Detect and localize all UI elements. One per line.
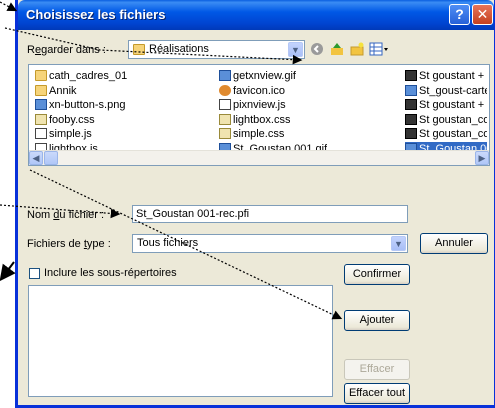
file-name: getxnview.gif — [233, 70, 296, 82]
file-name: St goustan_coi — [419, 128, 487, 140]
file-list-item[interactable]: favicon.ico — [219, 84, 285, 98]
dark-doc-icon — [405, 99, 417, 110]
chevron-down-icon[interactable]: ▼ — [391, 236, 406, 251]
css-icon — [219, 128, 231, 139]
css-icon — [219, 113, 231, 125]
file-list-item[interactable]: pixnview.js — [219, 98, 286, 112]
file-list-item[interactable]: fooby.css — [35, 113, 95, 127]
lookin-label: Regarder dans : — [27, 44, 106, 56]
file-name: fooby.css — [49, 113, 95, 126]
dark-doc-icon — [405, 70, 417, 81]
file-name: Annik — [49, 84, 77, 97]
file-list-item[interactable]: Annik — [35, 84, 77, 98]
dark-doc-icon — [405, 128, 417, 139]
file-list-item[interactable]: St goustant + — [405, 98, 484, 112]
file-name: simple.js — [49, 128, 92, 140]
script-icon — [219, 99, 231, 110]
file-list-item[interactable]: lightbox.css — [219, 113, 290, 127]
file-list-item[interactable]: St goustan_coi — [405, 127, 487, 141]
cancel-button[interactable]: Annuler — [420, 233, 488, 254]
file-list-item[interactable]: St goustant + — [405, 69, 484, 83]
ico-icon — [219, 84, 231, 96]
image-icon — [405, 84, 417, 96]
image-icon — [35, 99, 47, 110]
dark-doc-icon — [405, 113, 417, 125]
file-name: St goustant + — [419, 99, 485, 111]
filename-input[interactable]: St_Goustan 001-rec.pfi — [132, 205, 408, 223]
add-button[interactable]: Ajouter — [344, 310, 410, 331]
chevron-down-icon[interactable]: ▼ — [288, 42, 303, 57]
annotation-arrow — [0, 1, 18, 12]
file-list[interactable]: cath_cadres_01 Annik xn-button-s.png fooby.… — [28, 64, 490, 166]
css-icon — [35, 113, 47, 125]
back-icon[interactable] — [310, 42, 324, 56]
file-list-item[interactable]: getxnview.gif — [219, 69, 296, 83]
help-button[interactable]: ? — [449, 4, 470, 25]
file-list-item[interactable]: St_goust-carte — [405, 84, 487, 98]
file-name: simple.css — [233, 128, 285, 140]
scroll-thumb[interactable] — [44, 151, 58, 165]
folder-icon — [35, 84, 47, 96]
file-name: St_goust-carte — [419, 84, 487, 97]
image-icon — [219, 70, 231, 81]
script-icon — [35, 128, 47, 139]
file-name: St goustan_coi — [419, 113, 487, 126]
file-list-item[interactable]: xn-button-s.png — [35, 98, 125, 112]
file-name: cath_cadres_01 — [49, 70, 128, 82]
clear-all-button[interactable]: Effacer tout — [344, 383, 410, 404]
horizontal-scrollbar[interactable]: ◀ ▶ — [29, 150, 489, 165]
subdirs-checkbox[interactable] — [29, 268, 40, 279]
clear-button: Effacer — [344, 359, 410, 380]
file-name: lightbox.css — [233, 113, 291, 126]
file-name: xn-button-s.png — [49, 99, 126, 111]
lookin-value: Réalisations — [149, 43, 209, 55]
scroll-right-icon[interactable]: ▶ — [475, 151, 489, 165]
file-name: favicon.ico — [233, 84, 285, 97]
scroll-left-icon[interactable]: ◀ — [29, 151, 43, 165]
title-bar[interactable]: Choisissez les fichiers ? ✕ — [18, 0, 494, 30]
window-title: Choisissez les fichiers — [26, 7, 166, 22]
file-list-item[interactable]: St goustan_coi — [405, 113, 487, 127]
new-folder-icon[interactable] — [350, 42, 364, 56]
filetype-label: Fichiers de type : — [27, 238, 111, 250]
close-button[interactable]: ✕ — [472, 4, 493, 25]
file-list-item[interactable]: simple.css — [219, 127, 284, 141]
confirm-button[interactable]: Confirmer — [344, 264, 410, 285]
subdirs-label: Inclure les sous-répertoires — [44, 267, 177, 279]
folder-icon — [133, 44, 145, 55]
file-list-item[interactable]: simple.js — [35, 127, 92, 141]
up-folder-icon[interactable] — [330, 42, 344, 56]
file-list-item[interactable]: cath_cadres_01 — [35, 69, 127, 83]
filename-label: Nom du fichier : — [27, 209, 105, 221]
file-name: St goustant + — [419, 70, 485, 82]
file-dialog: Choisissez les fichiers ? ✕ Regarder dan… — [15, 0, 495, 408]
annotation-arrow — [0, 261, 16, 282]
file-name: pixnview.js — [233, 99, 286, 111]
view-menu-icon[interactable] — [369, 42, 389, 56]
selected-files-list[interactable] — [28, 285, 333, 397]
lookin-dropdown[interactable]: Réalisations ▼ — [128, 40, 305, 59]
filetype-value: Tous fichiers — [137, 237, 199, 249]
filetype-dropdown[interactable]: Tous fichiers ▼ — [132, 234, 408, 253]
folder-icon — [35, 70, 47, 81]
